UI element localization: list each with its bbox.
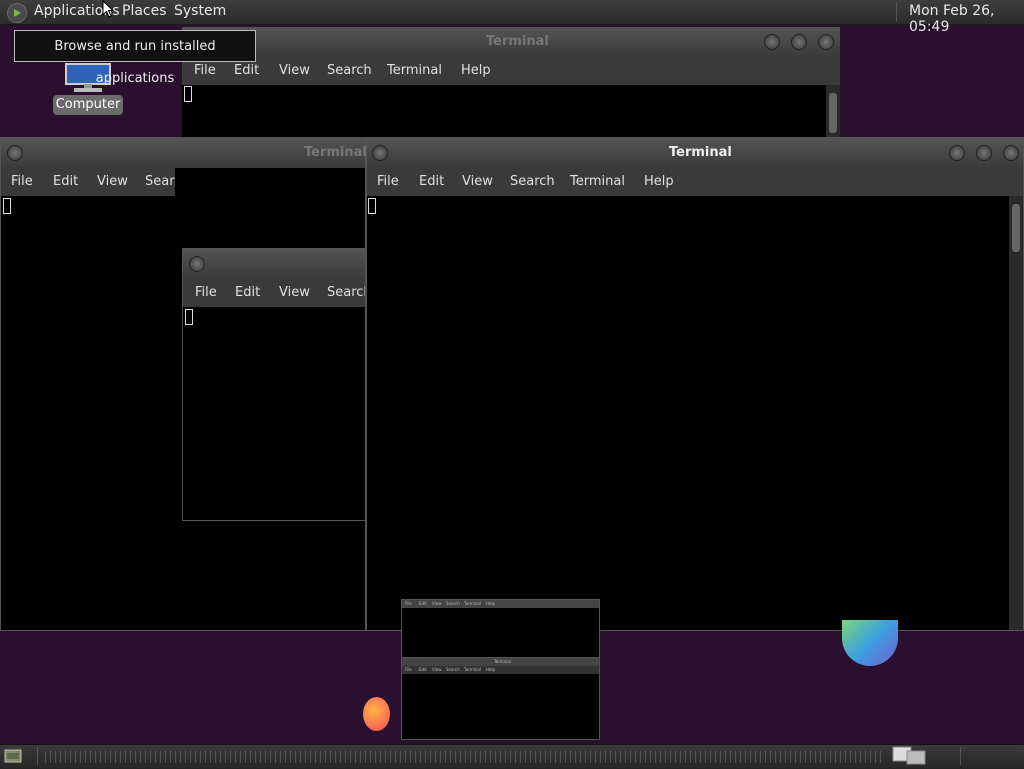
- menu-file[interactable]: File: [194, 63, 216, 78]
- top-panel: Applications Places System Mon Feb 26, 0…: [0, 0, 1024, 35]
- window-preview-1[interactable]: File Edit View Search Terminal Help: [401, 599, 600, 659]
- window-title: Terminal: [669, 145, 732, 160]
- titlebar[interactable]: Terminal: [182, 27, 840, 57]
- orange-blob-decoration: [363, 697, 390, 731]
- titlebar[interactable]: Terminal: [1, 138, 367, 168]
- panel-separator: [896, 2, 897, 22]
- text-cursor: [184, 86, 192, 102]
- menubar: File Edit View Search: [1, 168, 175, 196]
- maximize-icon[interactable]: [791, 34, 807, 50]
- preview-menu: Terminal: [464, 601, 481, 606]
- menu-edit[interactable]: Edit: [234, 63, 259, 78]
- close-icon[interactable]: [1003, 145, 1019, 161]
- window-list-area[interactable]: [45, 751, 885, 763]
- menu-file[interactable]: File: [11, 174, 33, 189]
- preview-menu: View: [432, 667, 442, 672]
- terminal-window-middle[interactable]: File Edit View Search: [182, 248, 366, 521]
- menubar: File Edit View Search: [183, 279, 365, 307]
- preview-menu: View: [432, 601, 442, 606]
- titlebar[interactable]: [183, 249, 365, 279]
- menu-file[interactable]: File: [377, 174, 399, 189]
- rainbow-blob-decoration: [842, 620, 898, 666]
- preview-menu: Terminal: [464, 667, 481, 672]
- menu-edit[interactable]: Edit: [53, 174, 78, 189]
- titlebar[interactable]: Terminal: [367, 138, 1023, 168]
- preview-menu: Search: [446, 601, 460, 606]
- show-desktop-icon[interactable]: [4, 748, 22, 764]
- clock[interactable]: Mon Feb 26, 05:49: [909, 3, 1024, 35]
- menu-edit[interactable]: Edit: [419, 174, 444, 189]
- menu-view[interactable]: View: [279, 63, 310, 78]
- window-menu-icon[interactable]: [372, 145, 388, 161]
- menu-view[interactable]: View: [97, 174, 128, 189]
- preview-menu: File: [405, 667, 412, 672]
- scrollbar-thumb[interactable]: [829, 93, 837, 133]
- scrollbar-thumb[interactable]: [1012, 204, 1020, 252]
- menu-help[interactable]: Help: [644, 174, 674, 189]
- tooltip: Browse and run installed applications: [14, 30, 256, 86]
- menu-view[interactable]: View: [279, 285, 310, 300]
- window-menu-icon[interactable]: [7, 145, 23, 161]
- menu-terminal[interactable]: Terminal: [387, 63, 442, 78]
- system-menu[interactable]: System: [174, 3, 226, 19]
- menu-search[interactable]: Search: [327, 285, 365, 300]
- window-menu-icon[interactable]: [189, 256, 205, 272]
- window-title: Terminal: [304, 145, 367, 160]
- text-cursor: [3, 198, 11, 214]
- mouse-pointer-icon: [102, 0, 114, 18]
- workspace-switcher-icon[interactable]: [892, 745, 926, 765]
- menu-view[interactable]: View: [462, 174, 493, 189]
- preview-title: Terminal: [494, 659, 511, 664]
- menu-terminal[interactable]: Terminal: [570, 174, 625, 189]
- computer-label[interactable]: Computer: [53, 95, 123, 115]
- scrollbar[interactable]: [826, 85, 840, 139]
- text-cursor: [185, 309, 193, 325]
- preview-menu: Edit: [419, 601, 427, 606]
- preview-menu: Help: [486, 601, 496, 606]
- preview-menu: Help: [486, 667, 496, 672]
- panel-separator: [960, 747, 961, 765]
- scrollbar[interactable]: [1009, 196, 1023, 630]
- text-cursor: [368, 198, 376, 214]
- menubar: File Edit View Search Terminal Help: [182, 57, 840, 85]
- window-preview-2[interactable]: Terminal File Edit View Search Terminal …: [401, 657, 600, 740]
- menu-search[interactable]: Search: [327, 63, 372, 78]
- preview-menu: Edit: [419, 667, 427, 672]
- menu-file[interactable]: File: [195, 285, 217, 300]
- places-menu[interactable]: Places: [122, 3, 167, 19]
- minimize-icon[interactable]: [949, 145, 965, 161]
- minimize-icon[interactable]: [764, 34, 780, 50]
- mint-logo-icon[interactable]: [7, 3, 27, 23]
- terminal-window-main[interactable]: Terminal File Edit View Search Terminal …: [366, 137, 1024, 631]
- maximize-icon[interactable]: [976, 145, 992, 161]
- menu-edit[interactable]: Edit: [235, 285, 260, 300]
- menubar: File Edit View Search Terminal Help: [367, 168, 1023, 196]
- close-icon[interactable]: [818, 34, 834, 50]
- window-title: Terminal: [486, 34, 549, 49]
- menu-search[interactable]: Search: [145, 174, 175, 189]
- menu-help[interactable]: Help: [461, 63, 491, 78]
- preview-menu: File: [405, 601, 412, 606]
- menu-search[interactable]: Search: [510, 174, 555, 189]
- panel-separator: [37, 747, 38, 765]
- terminal-window-back[interactable]: Terminal File Edit View Search Terminal …: [182, 27, 840, 139]
- preview-menu: Search: [446, 667, 460, 672]
